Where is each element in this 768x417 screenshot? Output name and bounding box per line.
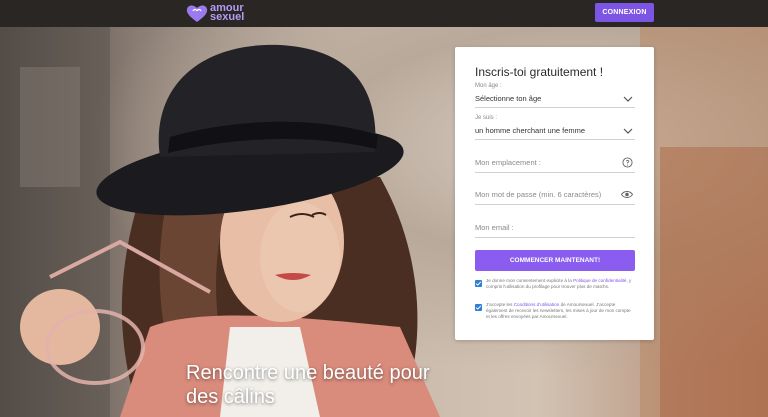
top-bar: amour sexuel CONNEXION — [0, 0, 768, 27]
gender-select[interactable]: Je suis : un homme cherchant une femme — [475, 115, 635, 140]
privacy-consent-text: Je donne mon consentement explicite à la… — [486, 278, 635, 290]
privacy-policy-link[interactable]: Politique de confidentialité — [573, 278, 626, 283]
privacy-consent-checkbox[interactable] — [475, 280, 482, 287]
login-button[interactable]: CONNEXION — [595, 3, 654, 22]
gender-value: un homme cherchant une femme — [475, 126, 586, 135]
terms-consent-text-pre: J'accepte les — [486, 302, 513, 307]
email-input[interactable]: Mon email : — [475, 220, 635, 238]
location-placeholder: Mon emplacement : — [475, 158, 541, 167]
site-logo[interactable]: amour sexuel — [186, 2, 244, 24]
check-icon — [475, 305, 482, 310]
gender-label: Je suis : — [475, 115, 498, 121]
age-value: Sélectionne ton âge — [475, 94, 542, 103]
terms-consent-text: J'accepte les Conditions d'utilisation d… — [486, 302, 635, 321]
form-title: Inscris-toi gratuitement ! — [475, 65, 604, 79]
eye-icon[interactable] — [621, 189, 633, 200]
chevron-down-icon — [623, 128, 633, 134]
check-icon — [475, 281, 482, 286]
location-input[interactable]: Mon emplacement : — [475, 155, 635, 173]
start-now-button[interactable]: COMMENCER MAINTENANT! — [475, 250, 635, 271]
help-circle-icon[interactable] — [622, 157, 633, 168]
privacy-consent: Je donne mon consentement explicite à la… — [475, 278, 635, 300]
hero-tagline: Rencontre une beauté pour des câlins — [186, 361, 430, 409]
hero-tagline-line1: Rencontre une beauté pour — [186, 362, 430, 384]
email-placeholder: Mon email : — [475, 223, 514, 232]
password-placeholder: Mon mot de passe (min. 6 caractères) — [475, 190, 602, 199]
signup-form: Inscris-toi gratuitement ! Mon âge : Sél… — [455, 47, 654, 340]
age-select[interactable]: Mon âge : Sélectionne ton âge — [475, 83, 635, 108]
privacy-consent-text-pre: Je donne mon consentement explicite à la — [486, 278, 572, 283]
hero-tagline-line2: des câlins — [186, 386, 275, 408]
terms-consent: J'accepte les Conditions d'utilisation d… — [475, 302, 635, 328]
password-input[interactable]: Mon mot de passe (min. 6 caractères) — [475, 187, 635, 205]
logo-text: amour sexuel — [210, 3, 245, 23]
chevron-down-icon — [623, 96, 633, 102]
terms-consent-checkbox[interactable] — [475, 304, 482, 311]
logo-text-line2: sexuel — [210, 11, 245, 23]
terms-of-use-link[interactable]: Conditions d'utilisation — [514, 302, 560, 307]
heart-logo-icon — [186, 5, 208, 22]
age-label: Mon âge : — [475, 83, 502, 89]
